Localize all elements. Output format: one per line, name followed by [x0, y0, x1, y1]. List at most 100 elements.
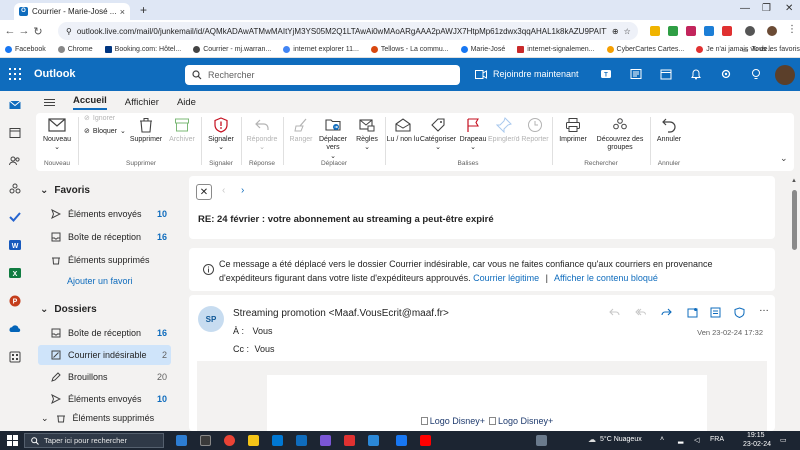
- sender-name[interactable]: Streaming promotion <Maaf.VousEcrit@maaf…: [233, 308, 449, 319]
- maximize-icon[interactable]: ❐: [762, 3, 771, 14]
- previous-icon[interactable]: ‹: [222, 185, 225, 196]
- close-icon[interactable]: ✕: [196, 184, 212, 200]
- reply-icon[interactable]: [609, 307, 620, 318]
- bookmark[interactable]: CyberCartes Cartes...: [606, 46, 684, 53]
- bookmark[interactable]: Chrome: [57, 46, 93, 53]
- more-actions-icon[interactable]: …: [759, 303, 769, 314]
- extension-icon[interactable]: [704, 26, 714, 36]
- folder-item-junk[interactable]: Courrier indésirable 2: [38, 345, 171, 365]
- scroll-up-icon[interactable]: ▲: [791, 178, 797, 184]
- more-apps-icon[interactable]: [9, 351, 21, 363]
- print-button[interactable]: Imprimer: [554, 117, 592, 144]
- teams-icon[interactable]: T: [600, 68, 612, 80]
- discover-groups-button[interactable]: Découvrez des groupes: [592, 117, 648, 153]
- app-launcher-icon[interactable]: [9, 68, 21, 80]
- bookmark[interactable]: internet explorer 11...: [283, 46, 359, 53]
- delete-button[interactable]: Supprimer: [128, 117, 164, 144]
- app-icon[interactable]: [344, 435, 355, 446]
- teams-share-icon[interactable]: [687, 307, 698, 318]
- excel-app-icon[interactable]: X: [9, 267, 21, 279]
- chrome-icon[interactable]: [224, 435, 235, 446]
- folder-item-deleted[interactable]: Éléments supprimés: [38, 250, 171, 270]
- task-view-icon[interactable]: [200, 435, 211, 446]
- browser-menu-icon[interactable]: ⋮: [787, 24, 797, 35]
- folder-item-inbox[interactable]: Boîte de réception 16: [38, 323, 171, 343]
- word-icon[interactable]: [630, 68, 642, 80]
- read-unread-button[interactable]: Lu / non lu: [386, 117, 420, 144]
- forward-icon[interactable]: [661, 307, 672, 318]
- tray-chevron-icon[interactable]: ˄: [660, 436, 664, 443]
- tab-help[interactable]: Aide: [177, 97, 196, 108]
- not-junk-link[interactable]: Courrier légitime: [473, 273, 539, 283]
- bookmark[interactable]: Tellows - La commu...: [370, 46, 449, 53]
- extensions-puzzle-icon[interactable]: [745, 26, 755, 36]
- site-info-icon[interactable]: ⚲: [66, 27, 72, 36]
- scrollbar[interactable]: ▲: [791, 178, 798, 431]
- folder-item-sent[interactable]: Éléments envoyés 10: [38, 204, 171, 224]
- bookmark[interactable]: Marie-José: [460, 46, 505, 53]
- rules-button[interactable]: Règles ⌄: [352, 117, 382, 153]
- bookmark[interactable]: Booking.com: Hôtel...: [104, 46, 181, 53]
- tab-view[interactable]: Affichier: [125, 97, 159, 108]
- all-bookmarks[interactable]: ▭ Tous les favoris: [742, 46, 800, 54]
- pin-button[interactable]: Épingler/désépingler: [488, 117, 520, 144]
- scrollbar-thumb[interactable]: [792, 190, 797, 250]
- collapse-ribbon-icon[interactable]: ⌄: [780, 153, 788, 164]
- bookmark[interactable]: Courrier - mj.warran...: [193, 46, 271, 53]
- gear-icon[interactable]: [720, 68, 732, 80]
- mail-icon[interactable]: [9, 99, 21, 111]
- bookmark-star-icon[interactable]: ☆: [624, 27, 631, 36]
- back-icon[interactable]: ←: [3, 25, 17, 37]
- categorize-button[interactable]: Catégoriser ⌄: [420, 117, 456, 153]
- extension-icon[interactable]: [722, 26, 732, 36]
- notifications-icon[interactable]: ▭: [780, 436, 787, 444]
- avatar[interactable]: [775, 65, 795, 85]
- hamburger-icon[interactable]: [44, 97, 55, 108]
- close-window-icon[interactable]: ✕: [785, 3, 793, 14]
- file-explorer-icon[interactable]: [248, 435, 259, 446]
- undo-button[interactable]: Annuler: [652, 117, 686, 144]
- move-to-button[interactable]: Déplacer vers ⌄: [316, 117, 350, 161]
- show-blocked-content-link[interactable]: Afficher le contenu bloqué: [554, 273, 658, 283]
- forward-icon[interactable]: →: [17, 25, 31, 37]
- facebook-app-icon[interactable]: [396, 435, 407, 446]
- bell-icon[interactable]: [690, 68, 702, 80]
- language-indicator[interactable]: FRA: [710, 436, 724, 443]
- folder-item-sent[interactable]: Éléments envoyés 10: [38, 389, 171, 409]
- close-tab-icon[interactable]: ×: [120, 7, 125, 17]
- calendar-icon[interactable]: [9, 127, 21, 139]
- flag-button[interactable]: Drapeau ⌄: [456, 117, 490, 153]
- search-input[interactable]: Rechercher: [185, 65, 460, 85]
- store-icon[interactable]: [296, 435, 307, 446]
- app-icon[interactable]: [320, 435, 331, 446]
- new-tab-icon[interactable]: +: [140, 3, 147, 17]
- favorites-header[interactable]: ⌄ Favoris: [40, 185, 90, 196]
- report-button[interactable]: Signaler ⌄: [204, 117, 238, 153]
- edge-icon[interactable]: [176, 435, 187, 446]
- youtube-icon[interactable]: [420, 435, 431, 446]
- join-now-button[interactable]: Rejoindre maintenant: [475, 69, 579, 79]
- mail-app-icon[interactable]: [272, 435, 283, 446]
- powerpoint-app-icon[interactable]: P: [9, 295, 21, 307]
- reply-all-icon[interactable]: [635, 307, 646, 318]
- weather-text[interactable]: 5°C Nuageux: [600, 436, 642, 443]
- reload-icon[interactable]: ↻: [31, 25, 45, 38]
- windows-start-icon[interactable]: [7, 435, 18, 446]
- add-favorite-link[interactable]: Ajouter un favori: [67, 276, 133, 286]
- network-icon[interactable]: ▂: [678, 436, 683, 444]
- lightbulb-icon[interactable]: [750, 68, 762, 80]
- bookmark[interactable]: Facebook: [5, 46, 46, 53]
- archive-button[interactable]: Archiver: [166, 117, 198, 144]
- address-bar[interactable]: ⚲ outlook.live.com/mail/0/junkemail/id/A…: [58, 22, 638, 40]
- clock-date[interactable]: 23-02-24: [743, 441, 771, 448]
- volume-icon[interactable]: ◁: [694, 436, 699, 444]
- folder-item-deleted[interactable]: ⌄ Éléments supprimés: [38, 410, 171, 426]
- people-icon[interactable]: [9, 155, 21, 167]
- new-mail-button[interactable]: Nouveau ⌄: [40, 117, 74, 153]
- minimize-icon[interactable]: —: [740, 3, 750, 14]
- folder-item-inbox[interactable]: Boîte de réception 16: [38, 227, 171, 247]
- browser-tab[interactable]: O Courrier - Marie-José ... Outlook ×: [14, 3, 130, 20]
- ignore-button[interactable]: ⊘ Ignorer: [84, 115, 115, 123]
- folders-header[interactable]: ⌄ Dossiers: [40, 304, 97, 315]
- extension-icon[interactable]: [686, 26, 696, 36]
